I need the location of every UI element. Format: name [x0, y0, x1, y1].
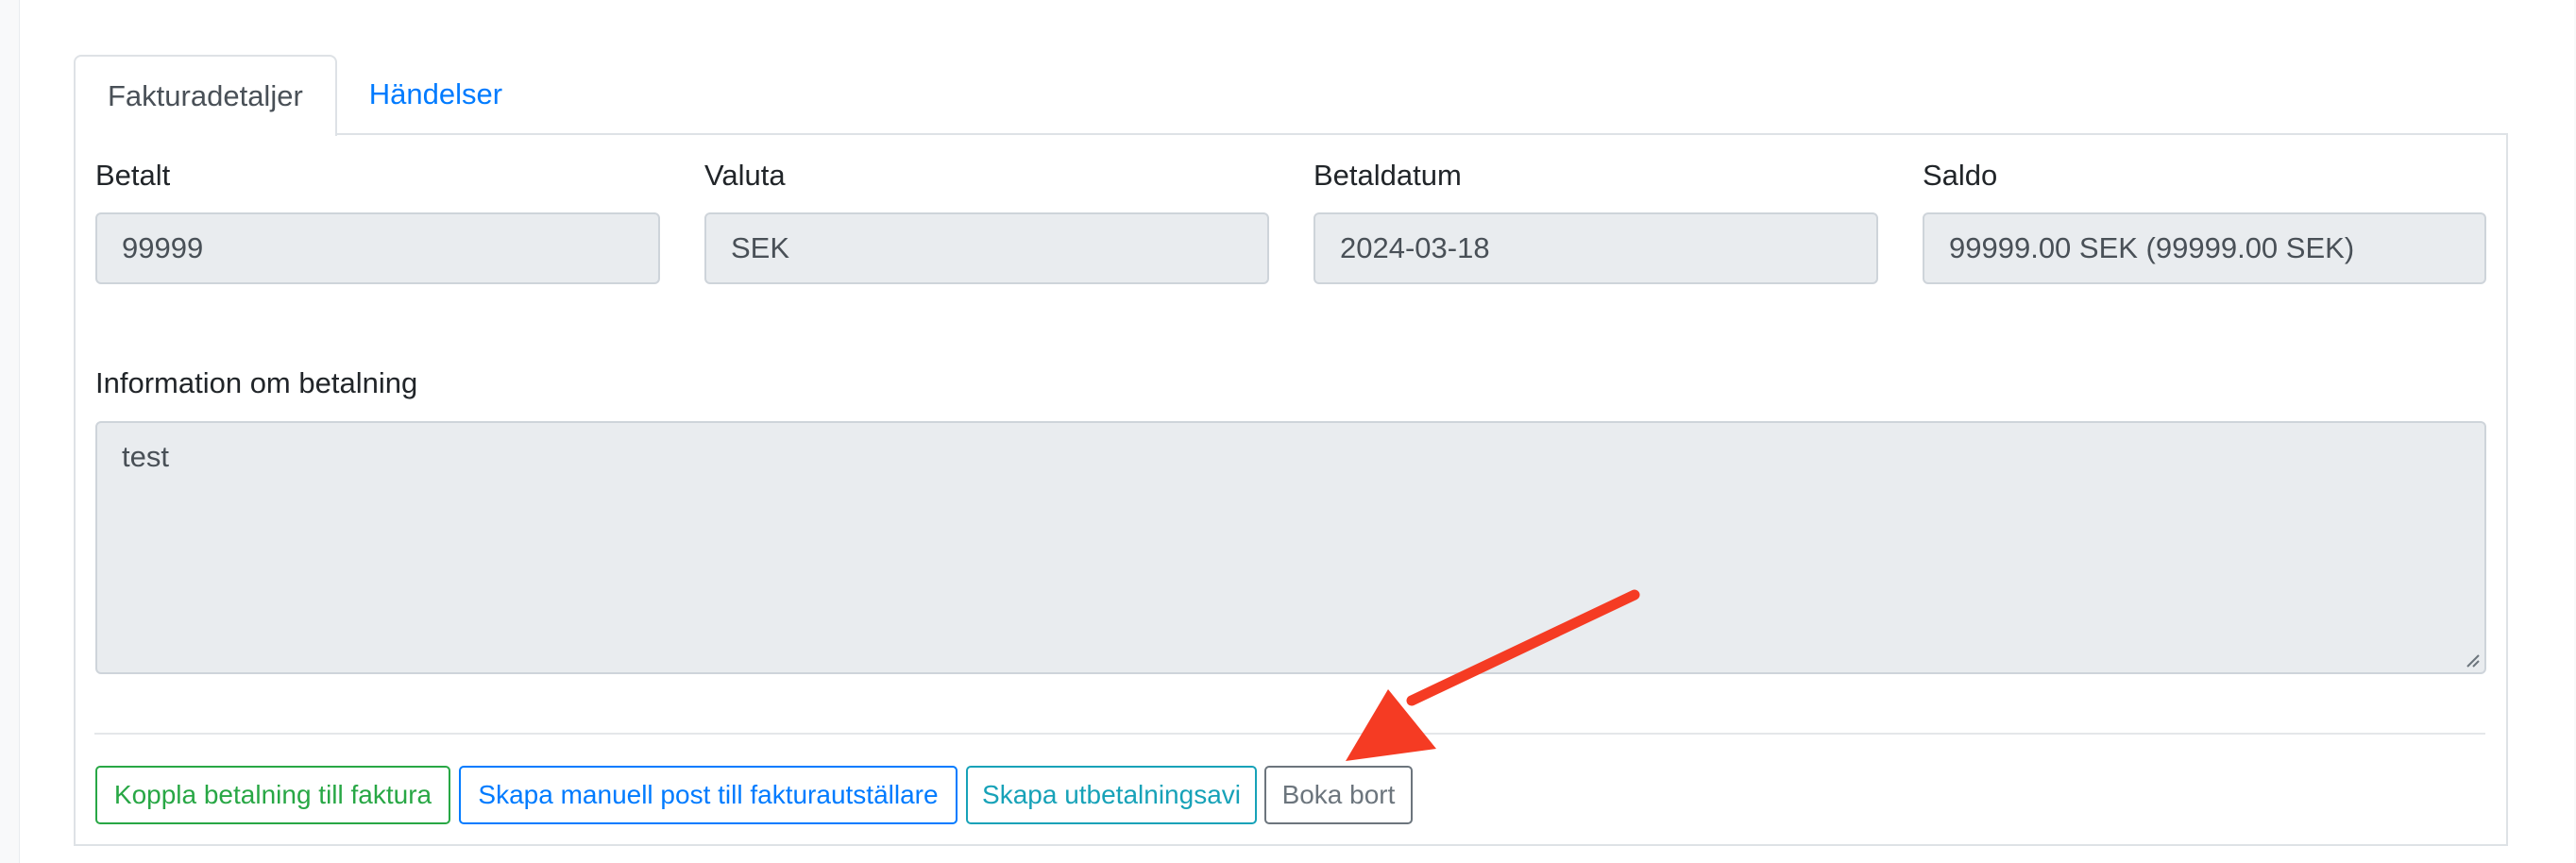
tab-bar: Fakturadetaljer Händelser — [74, 55, 534, 136]
create-payout-notice-button[interactable]: Skapa utbetalningsavi — [966, 766, 1257, 824]
actions-divider — [94, 733, 2485, 735]
paid-field[interactable]: 99999 — [95, 212, 660, 284]
create-manual-entry-button[interactable]: Skapa manuell post till fakturautställar… — [459, 766, 958, 824]
tab-invoice-details[interactable]: Fakturadetaljer — [74, 55, 337, 136]
resize-handle-icon[interactable] — [2464, 651, 2481, 668]
payment-info-text: test — [122, 440, 169, 473]
payment-date-label: Betaldatum — [1313, 159, 1462, 192]
link-payment-button[interactable]: Koppla betalning till faktura — [95, 766, 450, 824]
currency-field[interactable]: SEK — [704, 212, 1269, 284]
balance-field[interactable]: 99999.00 SEK (99999.00 SEK) — [1923, 212, 2486, 284]
balance-label: Saldo — [1923, 159, 1998, 192]
paid-label: Betalt — [95, 159, 171, 192]
write-off-button[interactable]: Boka bort — [1264, 766, 1413, 824]
payment-info-textarea[interactable]: test — [95, 421, 2486, 674]
tab-events[interactable]: Händelser — [337, 55, 534, 134]
payment-info-label: Information om betalning — [95, 366, 418, 399]
payment-date-field[interactable]: 2024-03-18 — [1313, 212, 1878, 284]
currency-label: Valuta — [704, 159, 786, 192]
